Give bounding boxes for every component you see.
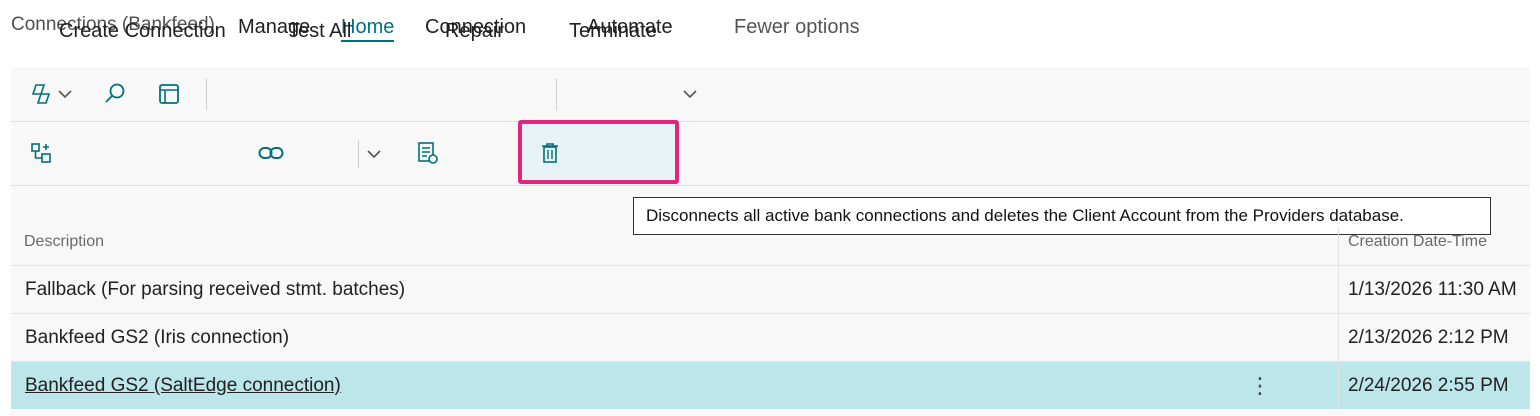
row-creation-date-time: 1/13/2026 11:30 AM <box>1348 279 1517 300</box>
test-all-split-divider <box>358 140 359 168</box>
chevron-down-icon[interactable] <box>57 88 73 100</box>
repair-button[interactable]: Repair <box>445 0 504 63</box>
table-row-selected[interactable]: Bankfeed GS2 (SaltEdge connection) ⋮ 2/2… <box>11 361 1530 409</box>
terminate-button[interactable]: Terminate <box>569 0 657 63</box>
row-creation-date-time: 2/13/2026 2:12 PM <box>1348 327 1509 348</box>
cell-divider <box>1338 362 1339 409</box>
copilot-icon[interactable] <box>28 83 54 105</box>
nav-divider <box>206 78 207 110</box>
terminate-tooltip: Disconnects all active bank connections … <box>633 197 1491 235</box>
column-header-creation-date-time[interactable]: Creation Date-Time <box>1348 233 1487 251</box>
cell-divider <box>1338 266 1339 313</box>
action-bar-menu <box>11 67 1530 122</box>
cell-divider <box>1338 314 1339 361</box>
column-header-divider <box>1338 227 1339 265</box>
row-description[interactable]: Bankfeed GS2 (SaltEdge connection) <box>25 362 341 410</box>
link-icon <box>258 147 284 159</box>
test-all-chevron-down-icon[interactable] <box>366 148 382 160</box>
repair-icon <box>418 142 438 164</box>
row-description[interactable]: Bankfeed GS2 (Iris connection) <box>25 314 289 362</box>
row-description[interactable]: Fallback (For parsing received stmt. bat… <box>25 266 405 314</box>
row-more-options-icon[interactable]: ⋮ <box>1249 362 1271 410</box>
automate-chevron-down-icon[interactable] <box>682 88 698 100</box>
row-creation-date-time: 2/24/2026 2:55 PM <box>1348 375 1509 396</box>
search-icon[interactable] <box>103 82 127 106</box>
create-connection-button[interactable]: Create Connection <box>59 0 226 63</box>
edit-page-icon[interactable] <box>157 82 181 106</box>
create-connection-icon <box>31 143 51 163</box>
table-row[interactable]: Fallback (For parsing received stmt. bat… <box>11 265 1530 313</box>
action-toolbar <box>11 122 1530 186</box>
nav-divider-2 <box>556 78 557 110</box>
column-header-description[interactable]: Description <box>24 233 104 251</box>
test-all-button[interactable]: Test All <box>288 0 351 63</box>
trash-icon <box>542 143 558 163</box>
table-row[interactable]: Bankfeed GS2 (Iris connection) 2/13/2026… <box>11 313 1530 361</box>
nav-fewer-options[interactable]: Fewer options <box>734 0 860 54</box>
